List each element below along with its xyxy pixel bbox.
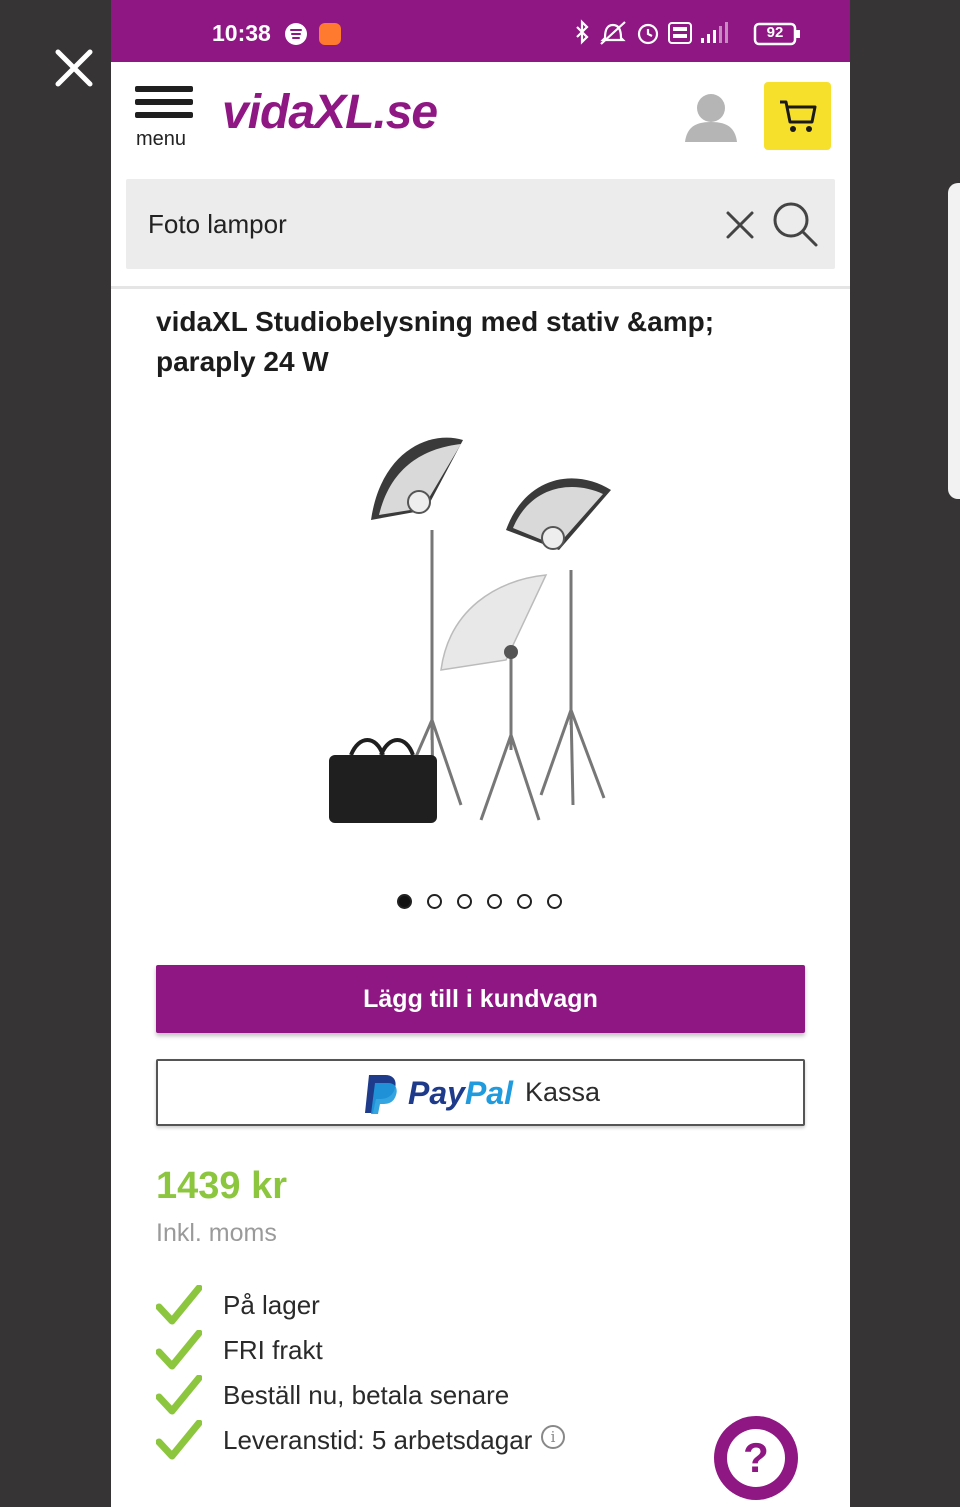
vidaxl-logo[interactable]: vidaXL.se [222,77,438,157]
info-icon[interactable]: i [541,1425,565,1449]
feature-text: Beställ nu, betala senare [223,1380,510,1410]
phone-screen: 10:38 92 menu vidaXL.se Foto lampor vida… [111,0,850,1507]
feature-item: På lager [156,1285,756,1329]
carousel-dot[interactable] [517,894,532,909]
search-bar [126,179,835,269]
cart-button[interactable] [764,82,831,150]
carousel-dot[interactable] [427,894,442,909]
feature-text: Leveranstid: 5 arbetsdagar [223,1425,533,1455]
spotify-icon [285,23,307,45]
volte-icon [668,22,692,44]
paypal-icon [365,1075,397,1114]
product-price: 1439 kr [156,1165,288,1207]
carousel-dot[interactable] [457,894,472,909]
paypal-pay-text: Pay [408,1075,465,1111]
feature-text: FRI frakt [223,1335,323,1365]
site-header: menu vidaXL.se [111,62,850,179]
menu-icon [135,86,193,92]
4g-signal-icon [701,22,728,43]
menu-icon-bar [135,112,193,118]
search-icon[interactable] [770,199,820,249]
menu-button[interactable]: menu [133,84,197,154]
battery-level: 92 [766,24,784,41]
vat-note: Inkl. moms [156,1219,277,1247]
check-icon [156,1285,202,1325]
menu-icon-bar [135,99,193,105]
menu-label: menu [136,128,187,150]
clear-icon[interactable] [720,205,760,245]
alarm-icon [637,23,659,45]
feature-item: Beställ nu, betala senare [156,1375,756,1419]
header-divider [111,286,850,289]
carousel-dot[interactable] [397,894,412,909]
paypal-pal-text: Pal [464,1075,513,1111]
logo-text: vidaXL.se [222,86,438,139]
studio-lights-image [329,437,611,823]
paypal-checkout-button[interactable]: PayPal Kassa [156,1059,805,1126]
status-time: 10:38 [212,20,271,46]
feature-text: På lager [223,1290,320,1320]
search-input[interactable] [148,205,668,243]
paypal-kassa-label: Kassa [525,1077,601,1107]
user-icon [685,94,737,142]
carousel-dot[interactable] [547,894,562,909]
help-button[interactable]: ? [714,1416,798,1500]
product-title: vidaXL Studiobelysning med stativ &amp; … [156,306,715,377]
check-icon [156,1330,202,1370]
status-bar: 10:38 92 [111,0,850,62]
add-to-cart-button[interactable]: Lägg till i kundvagn [156,965,805,1033]
help-icon: ? [727,1429,785,1487]
check-icon [156,1375,202,1415]
bluetooth-icon [576,19,589,45]
paypal-wordmark: PayPal [408,1075,513,1112]
product-image[interactable] [311,420,611,840]
feature-item: Leveranstid: 5 arbetsdagar i [156,1420,756,1464]
app-notification-icon [319,23,341,45]
mute-icon [600,21,626,45]
close-icon[interactable] [52,46,96,90]
account-button[interactable] [683,90,739,146]
side-panel-handle[interactable] [948,183,960,499]
carousel-dot[interactable] [487,894,502,909]
feature-item: FRI frakt [156,1330,756,1374]
cart-icon [780,100,817,132]
image-carousel-dots [397,893,567,913]
check-icon [156,1420,202,1460]
